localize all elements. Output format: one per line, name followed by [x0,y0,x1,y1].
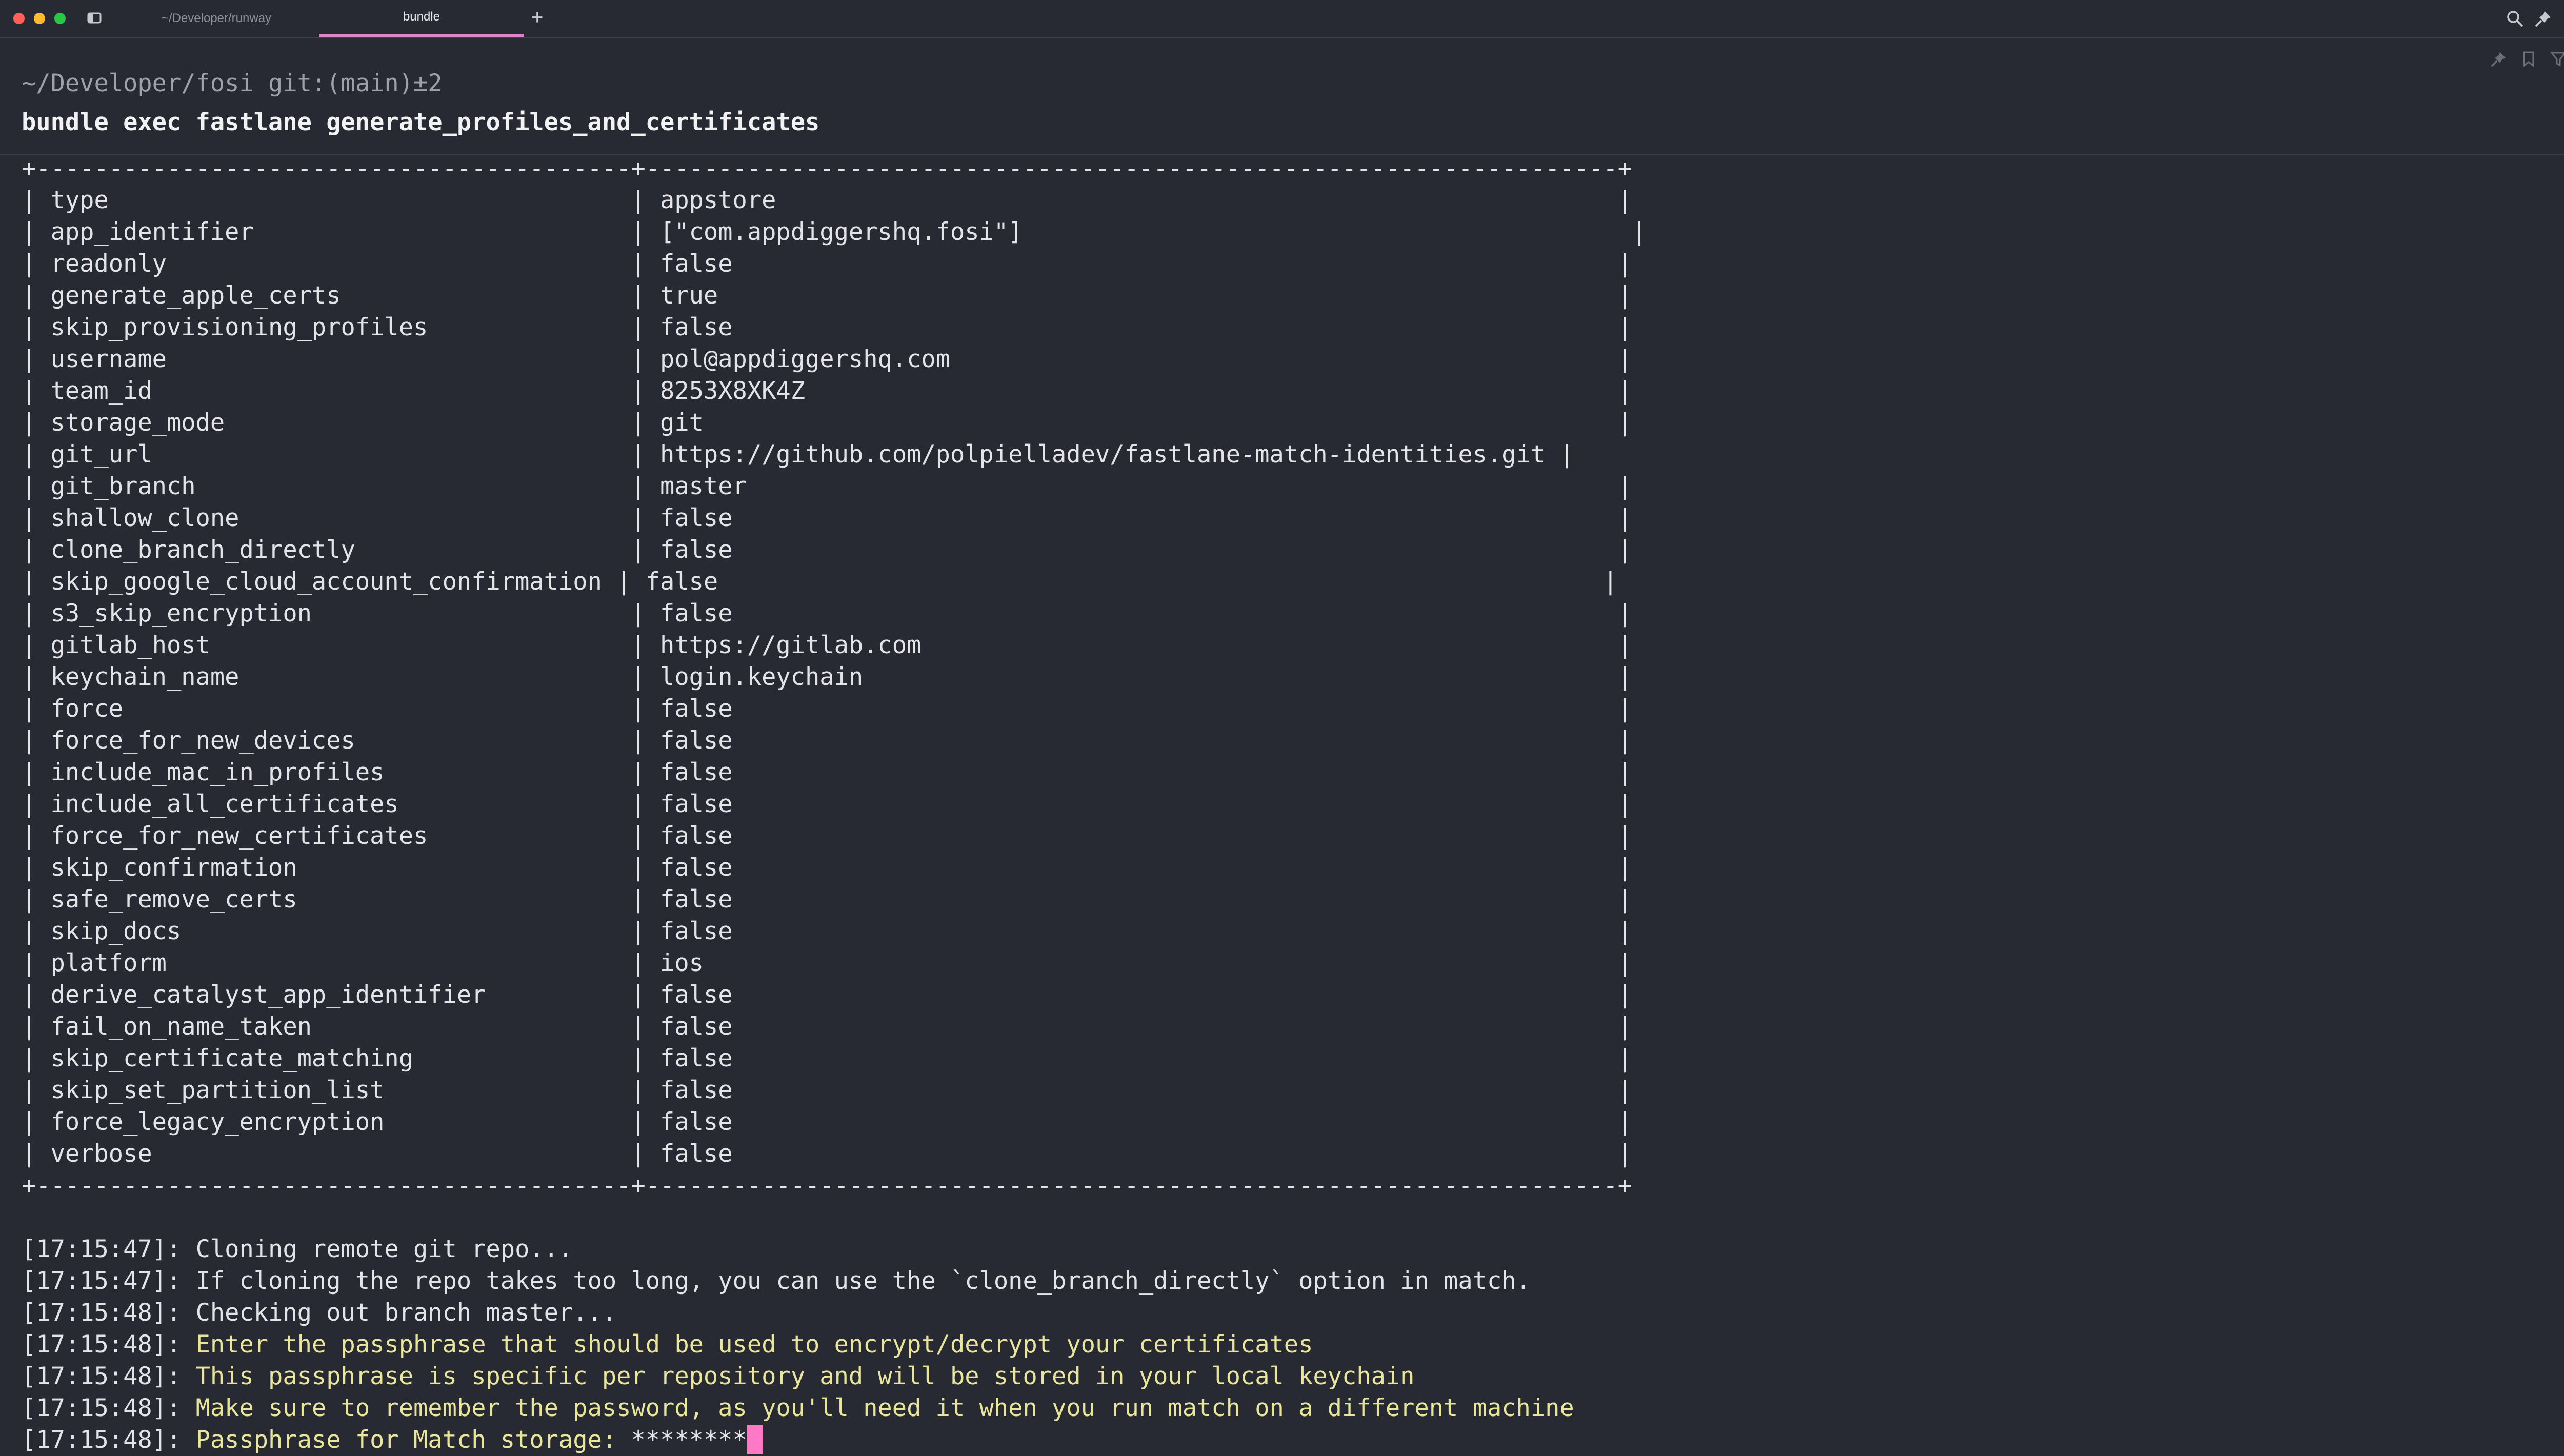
table-row: | verbose | false | [22,1140,1632,1168]
table-row: | force | false | [22,695,1632,723]
table-row: | s3_skip_encryption | false | [22,599,1632,628]
pin-icon[interactable] [2534,9,2553,28]
log-line: [17:15:48]: This passphrase is specific … [22,1361,1414,1392]
log-message: Passphrase for Match storage: [195,1426,631,1454]
shell-prompt: ~/Developer/fosi git:(main)±2 [22,69,443,97]
table-row: | skip_google_cloud_account_confirmation… [22,568,1618,596]
table-row: | gitlab_host | https://gitlab.com | [22,631,1632,659]
log-timestamp: [17:15:48]: [22,1299,196,1327]
close-window-button[interactable] [13,13,25,24]
table-row: | skip_docs | false | [22,917,1632,945]
table-row: | derive_catalyst_app_identifier | false… [22,981,1632,1009]
log-line: [17:15:48]: Checking out branch master..… [22,1297,616,1329]
log-message: Make sure to remember the password, as y… [195,1394,1574,1422]
log-timestamp: [17:15:48]: [22,1362,196,1390]
password-mask[interactable]: ******** [631,1426,747,1454]
table-row: | git_url | https://github.com/polpiella… [22,440,1574,469]
pin-icon[interactable] [2490,50,2508,68]
filter-icon[interactable] [2550,50,2564,68]
tab-label: bundle [403,10,440,24]
table-row: | team_id | 8253X8XK4Z | [22,377,1632,405]
log-line: [17:15:48]: Enter the passphrase that sh… [22,1329,1313,1361]
log-timestamp: [17:15:48]: [22,1426,196,1454]
table-row: | skip_certificate_matching | false | [22,1044,1632,1073]
log-message: If cloning the repo takes too long, you … [195,1267,1531,1295]
table-row: | include_all_certificates | false | [22,790,1632,818]
table-row: | keychain_name | login.keychain | [22,663,1632,691]
table-row: | skip_confirmation | false | [22,854,1632,882]
log-message: Checking out branch master... [195,1299,617,1327]
log-timestamp: [17:15:48]: [22,1330,196,1359]
tab-bundle[interactable]: bundle [319,0,524,37]
minimize-window-button[interactable] [34,13,45,24]
table-row: | username | pol@appdiggershq.com | [22,345,1632,373]
table-row: | app_identifier | ["com.appdiggershq.fo… [22,218,1647,246]
table-row: | skip_provisioning_profiles | false | [22,313,1632,341]
table-row: | force_legacy_encryption | false | [22,1108,1632,1136]
log-timestamp: [17:15:47]: [22,1235,196,1263]
table-row: | storage_mode | git | [22,409,1632,437]
title-bar: ~/Developer/runway bundle + [0,0,2564,38]
zoom-window-button[interactable] [54,13,66,24]
table-row: | force_for_new_certificates | false | [22,822,1632,850]
table-row: | fail_on_name_taken | false | [22,1013,1632,1041]
sidebar-toggle-icon[interactable] [87,11,102,25]
table-border-top: +---------------------------------------… [22,154,1632,183]
text-cursor [747,1425,763,1454]
log-line: [17:15:48]: Passphrase for Match storage… [22,1424,763,1456]
table-row: | force_for_new_devices | false | [22,726,1632,755]
table-row: | shallow_clone | false | [22,504,1632,532]
table-row: | safe_remove_certs | false | [22,885,1632,914]
table-row: | type | appstore | [22,186,1632,214]
table-row: | skip_set_partition_list | false | [22,1076,1632,1104]
log-timestamp: [17:15:48]: [22,1394,196,1422]
table-row: | readonly | false | [22,250,1632,278]
log-message: Enter the passphrase that should be used… [195,1330,1313,1359]
table-row: | git_branch | master | [22,472,1632,500]
log-line: [17:15:47]: Cloning remote git repo... [22,1233,573,1265]
log-message: Cloning remote git repo... [195,1235,573,1263]
bookmark-icon[interactable] [2520,50,2537,68]
table-row: | include_mac_in_profiles | false | [22,758,1632,786]
search-icon[interactable] [2506,9,2524,28]
new-tab-button[interactable]: + [531,7,543,28]
table-row: | platform | ios | [22,949,1632,977]
log-timestamp: [17:15:47]: [22,1267,196,1295]
table-border-bottom: +---------------------------------------… [22,1171,1632,1200]
log-message: This passphrase is specific per reposito… [195,1362,1415,1390]
command-line: bundle exec fastlane generate_profiles_a… [22,108,820,136]
log-line: [17:15:48]: Make sure to remember the pa… [22,1392,1574,1424]
log-line: [17:15:47]: If cloning the repo takes to… [22,1265,1531,1297]
table-row: | clone_branch_directly | false | [22,536,1632,564]
tab-runway[interactable]: ~/Developer/runway [114,0,319,37]
table-row: | generate_apple_certs | true | [22,281,1632,310]
tab-label: ~/Developer/runway [161,11,272,25]
